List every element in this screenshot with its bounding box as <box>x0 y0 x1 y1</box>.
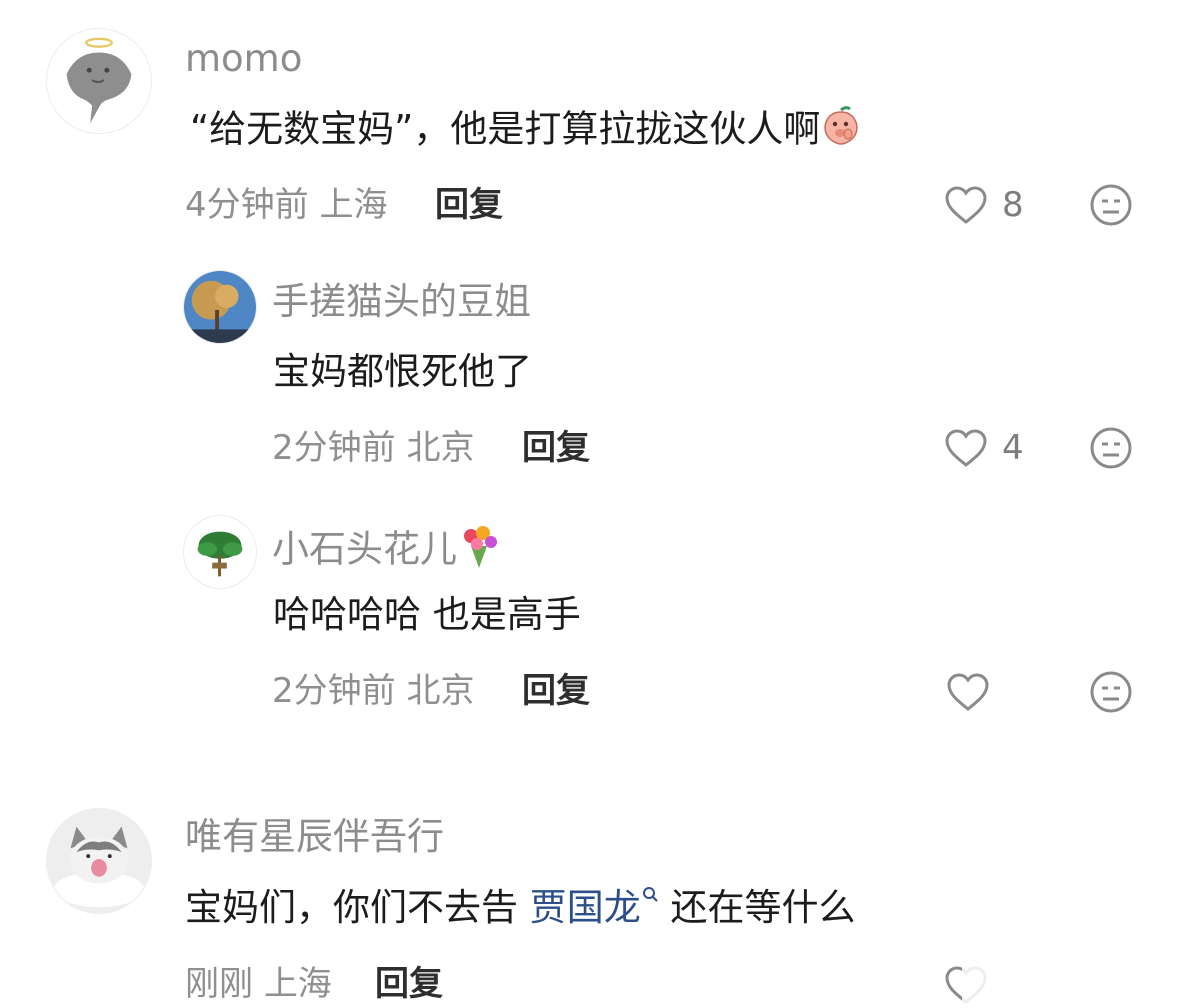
plant-avatar-icon <box>184 516 256 588</box>
comment-location: 上海 <box>263 964 332 1004</box>
reply-button[interactable]: 回复 <box>522 427 590 469</box>
comment-text-after: 还在等什么 <box>658 886 856 929</box>
peach-emoji <box>820 104 862 158</box>
comment-meta: 4分钟前 上海 <box>185 184 387 226</box>
mention-text: 贾国龙 <box>529 886 641 929</box>
stingray-avatar-icon <box>47 29 151 133</box>
comment-meta: 刚刚 上海 <box>185 963 332 1005</box>
watermark-overlay <box>962 960 1192 1004</box>
dislike-face-icon[interactable] <box>1089 426 1133 470</box>
comment-meta: 2分钟前 北京 <box>272 670 474 712</box>
reply-button[interactable]: 回复 <box>435 184 503 226</box>
bouquet-emoji <box>457 524 501 578</box>
reply-button[interactable]: 回复 <box>522 670 590 712</box>
comment-text-content: “给无数宝妈”，他是打算拉拢这伙人啊 <box>190 107 821 151</box>
avatar[interactable] <box>183 515 257 589</box>
like-heart-icon[interactable] <box>944 184 988 226</box>
comment-text: “给无数宝妈”，他是打算拉拢这伙人啊 <box>190 104 862 158</box>
like-heart-icon[interactable] <box>944 427 988 469</box>
comment-time: 2分钟前 <box>272 428 396 468</box>
comment-text-before: 宝妈们，你们不去告 <box>185 886 530 929</box>
tree-sky-avatar-icon <box>184 271 256 343</box>
comment-location: 上海 <box>319 185 388 225</box>
comment-location: 北京 <box>406 671 475 711</box>
comment-text: 宝妈们，你们不去告 贾国龙 还在等什么 <box>185 884 856 932</box>
comment-text: 哈哈哈哈 也是高手 <box>273 593 581 636</box>
like-count: 4 <box>1002 428 1024 468</box>
comment-time: 刚刚 <box>185 964 253 1004</box>
search-icon <box>642 886 658 902</box>
comment-time: 4分钟前 <box>185 185 309 225</box>
comment-meta: 2分钟前 北京 <box>272 427 474 469</box>
avatar[interactable] <box>46 808 152 914</box>
like-heart-icon[interactable] <box>946 671 990 713</box>
avatar[interactable] <box>46 28 152 134</box>
cat-avatar-icon <box>47 809 151 913</box>
dislike-face-icon[interactable] <box>1089 670 1133 714</box>
dislike-face-icon[interactable] <box>1089 183 1133 227</box>
comment-username[interactable]: momo <box>185 37 302 81</box>
comment-username[interactable]: 小石头花儿 <box>272 524 501 578</box>
like-count: 8 <box>1002 185 1024 225</box>
comment-username[interactable]: 手搓猫头的豆姐 <box>272 280 531 324</box>
comment-time: 2分钟前 <box>272 671 396 711</box>
comment-username[interactable]: 唯有星辰伴吾行 <box>185 815 444 859</box>
reply-button[interactable]: 回复 <box>375 963 443 1005</box>
mention-link[interactable]: 贾国龙 <box>530 886 659 929</box>
comment-text: 宝妈都恨死他了 <box>273 350 532 393</box>
avatar[interactable] <box>183 270 257 344</box>
comment-location: 北京 <box>406 428 475 468</box>
username-text: 小石头花儿 <box>272 527 457 571</box>
